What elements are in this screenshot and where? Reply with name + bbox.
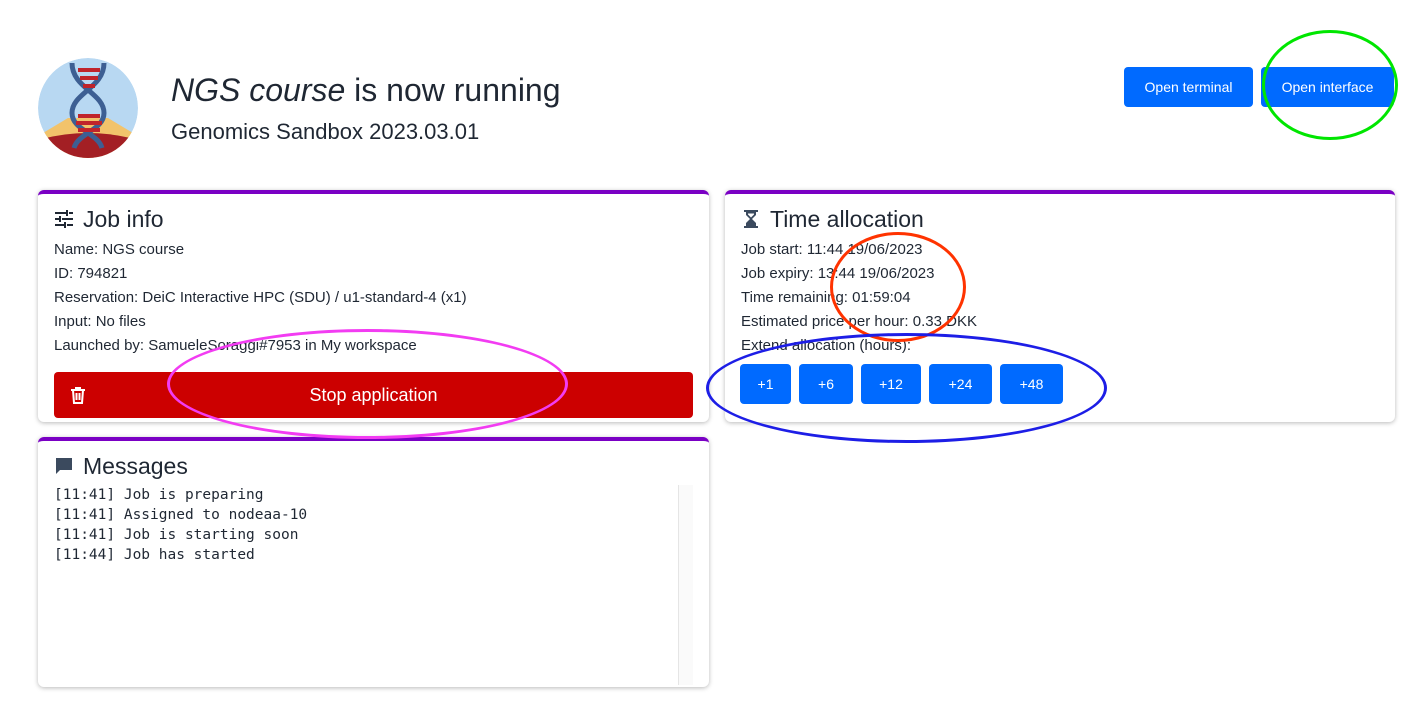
status-text: is now running — [345, 72, 561, 108]
extend-allocation-label: Extend allocation (hours): — [741, 337, 912, 354]
messages-header: Messages — [53, 451, 188, 481]
stop-application-button[interactable]: Stop application — [54, 372, 693, 418]
estimated-price: Estimated price per hour: 0.33 DKK — [741, 313, 977, 330]
job-input: Input: No files — [54, 313, 146, 330]
app-name: NGS course — [171, 72, 346, 108]
job-name: Name: NGS course — [54, 241, 185, 258]
page-title: NGS course is now running — [171, 70, 561, 110]
messages-scrollbar[interactable] — [678, 485, 693, 685]
job-id: ID: 794821 — [54, 265, 128, 282]
job-page: NGS course is now running Genomics Sandb… — [0, 0, 1413, 703]
time-allocation-title: Time allocation — [770, 206, 924, 232]
stop-application-label: Stop application — [309, 384, 438, 405]
dna-logo-icon — [38, 58, 138, 158]
chat-icon — [53, 455, 75, 477]
job-launched-by: Launched by: SamueleSoraggi#7953 in My w… — [54, 337, 417, 354]
job-info-title: Job info — [83, 206, 164, 232]
message-line: [11:41] Job is starting soon — [54, 527, 299, 543]
messages-log[interactable]: [11:41] Job is preparing [11:41] Assigne… — [54, 485, 694, 685]
messages-title: Messages — [83, 453, 188, 479]
job-reservation: Reservation: DeiC Interactive HPC (SDU) … — [54, 289, 467, 306]
job-info-card: Job info Name: NGS course ID: 794821 Res… — [38, 190, 709, 422]
extend-24h-button[interactable]: +24 — [929, 364, 992, 404]
extend-1h-button[interactable]: +1 — [740, 364, 791, 404]
time-remaining: Time remaining: 01:59:04 — [741, 289, 911, 306]
extend-48h-button[interactable]: +48 — [1000, 364, 1063, 404]
message-line: [11:44] Job has started — [54, 547, 255, 563]
messages-card: Messages [11:41] Job is preparing [11:41… — [38, 437, 709, 687]
time-allocation-header: Time allocation — [740, 204, 924, 234]
job-start: Job start: 11:44 19/06/2023 — [741, 241, 923, 258]
sliders-icon — [53, 208, 75, 230]
open-terminal-button[interactable]: Open terminal — [1124, 67, 1253, 107]
job-info-details: Name: NGS course ID: 794821 Reservation:… — [54, 238, 467, 358]
trash-icon — [68, 385, 88, 405]
extend-6h-button[interactable]: +6 — [799, 364, 853, 404]
job-expiry: Job expiry: 13:44 19/06/2023 — [741, 265, 935, 282]
time-allocation-card: Time allocation Job start: 11:44 19/06/2… — [725, 190, 1395, 422]
extend-buttons: +1 +6 +12 +24 +48 — [740, 364, 1063, 404]
extend-12h-button[interactable]: +12 — [861, 364, 921, 404]
time-allocation-details: Job start: 11:44 19/06/2023 Job expiry: … — [741, 238, 977, 358]
job-info-header: Job info — [53, 204, 164, 234]
open-interface-button[interactable]: Open interface — [1261, 67, 1394, 107]
app-version: Genomics Sandbox 2023.03.01 — [171, 119, 480, 144]
hourglass-icon — [740, 208, 762, 230]
message-line: [11:41] Job is preparing — [54, 487, 264, 503]
message-line: [11:41] Assigned to nodeaa-10 — [54, 507, 308, 523]
